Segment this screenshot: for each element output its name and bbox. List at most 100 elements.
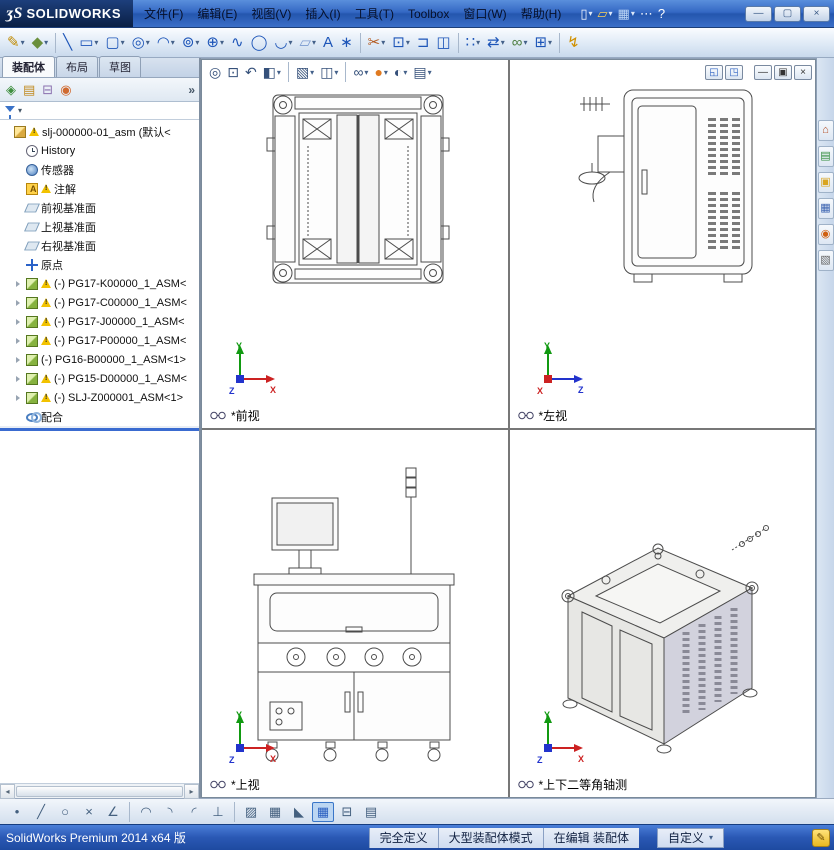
file-explorer-icon[interactable]: ▣ — [817, 172, 834, 193]
tree-item[interactable]: (-) PG17-J00000_1_ASM< — [0, 312, 199, 331]
spiral-icon[interactable]: ⊚ ▾ — [179, 33, 203, 52]
hide-show-icon[interactable]: ∞ ▾ — [351, 64, 370, 80]
maximize-button[interactable]: ▢ — [774, 5, 801, 22]
dimension-icon[interactable]: ◆ ▾ — [29, 33, 52, 52]
menu-item[interactable]: Toolbox — [401, 5, 456, 23]
menu-item[interactable]: 编辑(E) — [190, 3, 244, 24]
help-icon[interactable]: ? — [656, 6, 667, 21]
grid-icon[interactable]: ▦ — [264, 802, 286, 822]
tree-item[interactable]: (-) PG17-C00000_1_ASM< — [0, 293, 199, 312]
sketch-angle-icon[interactable]: ∠ — [102, 802, 124, 822]
tree-item[interactable]: 上视基准面 — [0, 217, 199, 236]
line-icon[interactable]: ╲ — [60, 33, 75, 52]
expand-arrow-icon[interactable] — [16, 376, 25, 382]
new-document-icon[interactable]: ▯ ▾ — [578, 6, 594, 21]
tree-item[interactable]: 配合 — [0, 407, 199, 426]
tree-item[interactable]: 传感器 — [0, 160, 199, 179]
tree-item[interactable]: (-) PG15-D00000_1_ASM< — [0, 369, 199, 388]
feature-manager-icon[interactable]: ◈ — [4, 82, 18, 97]
scroll-right-icon[interactable]: ▸ — [184, 783, 199, 799]
tab-sketch[interactable]: 草图 — [99, 56, 141, 77]
expand-arrow-icon[interactable] — [16, 300, 25, 306]
view-orientation-icon[interactable]: ▧ ▾ — [294, 64, 316, 80]
property-manager-icon[interactable]: ▤ — [21, 82, 37, 97]
split-horizontal-icon[interactable]: ⊟ — [336, 802, 358, 822]
display-style-icon[interactable]: ◫ ▾ — [318, 64, 340, 80]
display-relations-icon[interactable]: ∞ ▾ — [509, 33, 531, 52]
point-icon[interactable]: ∗ — [337, 33, 356, 52]
panel-hscrollbar[interactable]: ◂ ▸ — [0, 783, 199, 799]
rapid-sketch-icon[interactable]: ↯ — [564, 33, 583, 52]
scroll-left-icon[interactable]: ◂ — [0, 783, 15, 799]
hatch-icon[interactable]: ▨ — [240, 802, 262, 822]
tree-item[interactable]: (-) PG16-B00000_1_ASM<1> — [0, 350, 199, 369]
menu-item[interactable]: 文件(F) — [137, 3, 190, 24]
viewport-grid-icon[interactable]: ▦ — [312, 801, 334, 822]
ellipse-icon[interactable]: ◯ — [248, 33, 271, 52]
viewport-four-view-icon[interactable]: ◳ — [725, 64, 743, 80]
tree-item[interactable]: (-) PG17-P00000_1_ASM< — [0, 331, 199, 350]
tree-item[interactable]: (-) PG17-K00000_1_ASM< — [0, 274, 199, 293]
scroll-thumb[interactable] — [16, 785, 183, 797]
tree-item[interactable]: 右视基准面 — [0, 236, 199, 255]
status-cell[interactable]: 在编辑 装配体 — [542, 827, 639, 848]
quadrant-isometric-view[interactable]: Y X Z *上下二等角轴测 — [509, 429, 815, 797]
resources-home-icon[interactable]: ⌂ — [817, 120, 834, 141]
status-cell[interactable]: 大型装配体模式 — [437, 827, 543, 848]
menu-item[interactable]: 视图(V) — [244, 3, 298, 24]
configuration-manager-icon[interactable]: ⊟ — [40, 82, 55, 97]
tree-item[interactable]: (-) SLJ-Z000001_ASM<1> — [0, 388, 199, 407]
apply-scene-icon[interactable]: ◐ ▾ — [392, 64, 409, 80]
tab-layout[interactable]: 布局 — [56, 56, 98, 77]
save-icon[interactable]: ▦ ▾ — [616, 6, 637, 21]
tree-filter[interactable]: ▾ — [0, 102, 199, 120]
expand-arrow-icon[interactable] — [16, 395, 25, 401]
arc-icon[interactable]: ◠ ▾ — [154, 33, 178, 52]
sketch-icon[interactable]: ✎ ▾ — [4, 33, 28, 52]
panel-overflow-button[interactable]: » — [188, 83, 195, 97]
offset-icon[interactable]: ⊐ — [414, 33, 433, 52]
tree-item[interactable]: 前视基准面 — [0, 198, 199, 217]
tree-item[interactable]: slj-000000-01_asm (默认< — [0, 122, 199, 141]
corner-icon[interactable]: ◣ — [288, 802, 310, 822]
open-document-icon[interactable]: ▱ ▾ — [596, 6, 615, 21]
doc-restore-icon[interactable]: ▣ — [774, 64, 792, 80]
slot-icon[interactable]: ▢ ▾ — [102, 33, 127, 52]
perimeter-circle-icon[interactable]: ⊕ ▾ — [203, 33, 227, 52]
tab-assembly[interactable]: 装配体 — [2, 56, 55, 77]
tree-item[interactable]: History — [0, 141, 199, 160]
doc-close-icon[interactable]: × — [794, 64, 812, 80]
sketch-line-icon[interactable]: ╱ — [30, 802, 52, 822]
fillet-icon[interactable]: ◡ ▾ — [271, 33, 295, 52]
arc-tool-icon[interactable]: ◠ — [135, 802, 157, 822]
sketch-point-icon[interactable]: • — [6, 802, 28, 822]
expand-arrow-icon[interactable] — [16, 281, 25, 287]
tangent-arc-icon[interactable]: ◝ — [159, 802, 181, 822]
expand-arrow-icon[interactable] — [16, 357, 25, 363]
section-view-icon[interactable]: ◧ ▾ — [261, 64, 283, 80]
menu-item[interactable]: 工具(T) — [348, 3, 401, 24]
close-button[interactable]: × — [803, 5, 830, 22]
view-settings-icon[interactable]: ▤ ▾ — [411, 64, 433, 80]
menu-item[interactable]: 窗口(W) — [456, 3, 513, 24]
mirror-icon[interactable]: ◫ — [433, 33, 453, 52]
doc-minimize-icon[interactable]: — — [754, 64, 772, 80]
quadrant-top-view[interactable]: Y X Z *上视 — [202, 429, 508, 797]
table-icon[interactable]: ▤ — [360, 802, 382, 822]
view-palette-icon[interactable]: ▦ — [817, 198, 834, 219]
tree-item[interactable]: 原点 — [0, 255, 199, 274]
custom-properties-icon[interactable]: ▧ — [817, 250, 834, 271]
quadrant-front-view[interactable]: Y X Z *前视 — [202, 60, 508, 428]
quadrant-left-view[interactable]: Y Z X *左视 — [509, 60, 815, 428]
sketch-circle-icon[interactable]: ○ — [54, 802, 76, 822]
spline-icon[interactable]: ∿ — [228, 33, 247, 52]
menu-item[interactable]: 帮助(H) — [514, 3, 569, 24]
expand-arrow-icon[interactable] — [16, 338, 25, 344]
perpendicular-icon[interactable]: ⊥ — [207, 802, 229, 822]
text-icon[interactable]: A — [320, 33, 336, 52]
three-point-arc-icon[interactable]: ◜ — [183, 802, 205, 822]
status-cell[interactable]: 完全定义 — [368, 827, 438, 848]
minimize-button[interactable]: — — [745, 5, 772, 22]
move-entities-icon[interactable]: ⇄ ▾ — [484, 33, 508, 52]
zoom-fit-icon[interactable]: ◎ — [207, 64, 223, 80]
